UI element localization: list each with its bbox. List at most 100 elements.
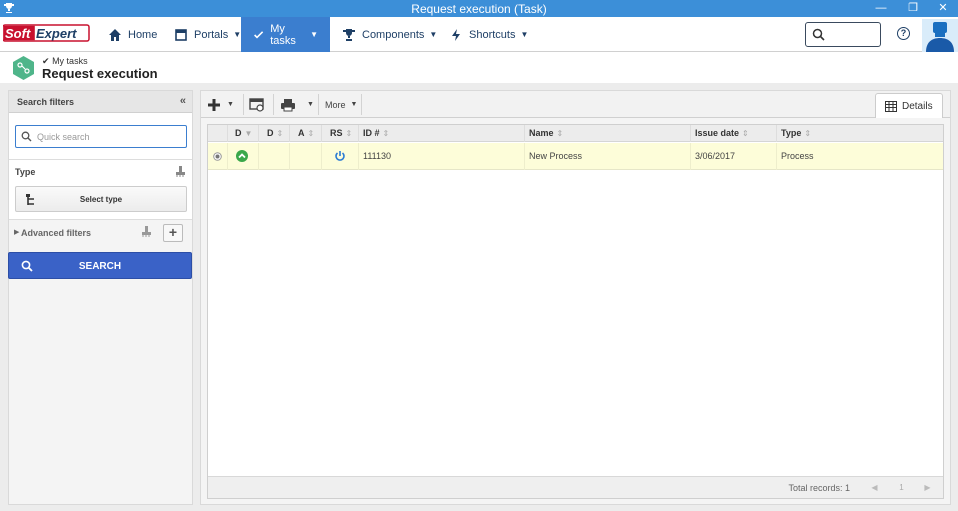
column-select [208,125,228,142]
next-page-button[interactable]: ▶ [918,480,937,496]
search-button-label: SEARCH [78,261,122,272]
nav-home[interactable]: Home [96,17,169,52]
advanced-filters-section[interactable]: ▶ Advanced filters + [9,221,192,245]
search-icon [21,131,32,142]
table-row[interactable]: 111130 New Process 3/06/2017 Process [208,143,943,170]
top-navigation: Soft Expert Home Portals ▼ My tasks ▼ Co… [0,17,958,52]
check-icon [254,30,264,39]
table-icon [885,101,897,112]
advanced-filters-label: Advanced filters [21,228,92,238]
add-filter-button[interactable]: + [163,224,183,242]
table-footer: Total records: 1 ◀ 1 ▶ [208,476,943,498]
toolbar-separator [273,94,274,115]
help-icon[interactable]: ? [897,27,910,40]
chevron-down-icon: ▼ [310,30,318,39]
close-button[interactable]: ✕ [928,0,958,17]
select-type-label: Select type [79,195,123,204]
page-number[interactable]: 1 [892,480,911,496]
portals-icon [175,28,187,41]
row-status [228,143,259,170]
filters-header-label: Search filters [17,97,75,107]
power-icon [335,151,345,161]
row-name: New Process [525,143,691,170]
column-header-type[interactable]: Type ⇕ [777,125,943,142]
more-menu-button[interactable]: More ▼ [325,93,357,116]
nav-portals[interactable]: Portals ▼ [162,17,253,52]
row-rs [322,143,359,170]
chevron-down-icon: ▼ [350,101,358,108]
chevron-down-icon: ▼ [233,30,242,39]
chevron-down-icon: ▼ [520,30,529,39]
results-table: D ▼ D ⇕ A ⇕ RS ⇕ ID # ⇕ Name ⇕ Issue date ⇕ Typ… [207,124,944,499]
type-label: Type [15,167,36,177]
radio-selected-icon [213,152,222,161]
more-label: More [325,99,346,110]
column-header-d1[interactable]: D ▼ [228,125,259,142]
page-title: Request execution [42,66,158,81]
add-button[interactable]: ▼ [207,93,234,116]
restore-button[interactable]: ❐ [898,0,928,17]
column-header-id[interactable]: ID # ⇕ [359,125,525,142]
window-title-bar: Request execution (Task) — ❐ ✕ [0,0,958,17]
tab-details[interactable]: Details [875,93,943,118]
nav-shortcuts[interactable]: Shortcuts ▼ [437,17,540,52]
results-panel: ▼ ▼ More ▼ Details D ▼ D ⇕ A ⇕ RS ⇕ ID # ⇕ [200,90,951,505]
collapse-icon[interactable]: « [180,95,186,107]
breadcrumb-parent-label: My tasks [52,56,88,66]
tab-details-label: Details [902,101,933,112]
svg-text:Expert: Expert [36,26,77,41]
quick-search-section: Quick search [9,113,192,160]
print-button[interactable]: ▼ [280,93,314,116]
window-title: Request execution (Task) [411,2,547,16]
home-icon [109,28,121,41]
nav-components[interactable]: Components ▼ [330,17,449,52]
filters-header: Search filters « [9,91,192,113]
nav-my-tasks[interactable]: My tasks ▼ [241,17,330,52]
printer-icon [281,98,295,111]
green-up-status-icon [236,150,248,162]
type-filter-section: Type Select type [9,160,192,220]
quick-search-input[interactable]: Quick search [15,125,187,148]
column-header-issue-date[interactable]: Issue date ⇕ [691,125,777,142]
select-type-button[interactable]: Select type [15,186,187,212]
column-header-rs[interactable]: RS ⇕ [322,125,359,142]
nav-portals-label: Portals [194,28,229,41]
user-icon [926,22,954,52]
window-view-icon [249,97,264,112]
view-button[interactable] [249,93,265,116]
svg-text:Soft: Soft [5,26,31,41]
nav-components-label: Components [362,28,425,41]
row-type: Process [781,151,814,161]
prev-page-button[interactable]: ◀ [865,480,884,496]
eraser-icon[interactable] [176,166,185,177]
toolbar-separator [361,94,362,115]
process-icon [13,56,34,80]
toolbar-separator [318,94,319,115]
nav-my-tasks-label: My tasks [270,22,296,47]
table-header: D ▼ D ⇕ A ⇕ RS ⇕ ID # ⇕ Name ⇕ Issue date ⇕ Typ… [208,125,943,142]
quick-search-placeholder: Quick search [37,132,90,142]
breadcrumb: ✔ My tasks Request execution [0,53,958,83]
global-search-input[interactable] [805,22,881,47]
minimize-button[interactable]: — [866,0,896,17]
row-d2 [259,143,290,170]
row-radio[interactable] [208,143,228,170]
chevron-down-icon: ▼ [227,101,234,108]
column-header-a[interactable]: A ⇕ [290,125,322,142]
column-header-d2[interactable]: D ⇕ [259,125,290,142]
chevron-down-icon: ▼ [307,101,314,108]
nav-shortcuts-label: Shortcuts [469,28,516,41]
plus-icon [208,98,220,111]
nav-home-label: Home [128,28,158,41]
row-a [290,143,322,170]
column-header-name[interactable]: Name ⇕ [525,125,691,142]
search-icon [812,28,825,41]
trophy-icon [343,28,355,41]
search-filters-panel: Search filters « Quick search Type Selec… [8,90,193,505]
user-avatar[interactable] [922,19,958,52]
total-records: Total records: 1 [788,483,850,493]
toolbar-separator [243,94,244,115]
chevron-right-icon: ▶ [14,229,20,236]
eraser-icon[interactable] [142,226,151,237]
search-button[interactable]: SEARCH [8,252,192,279]
